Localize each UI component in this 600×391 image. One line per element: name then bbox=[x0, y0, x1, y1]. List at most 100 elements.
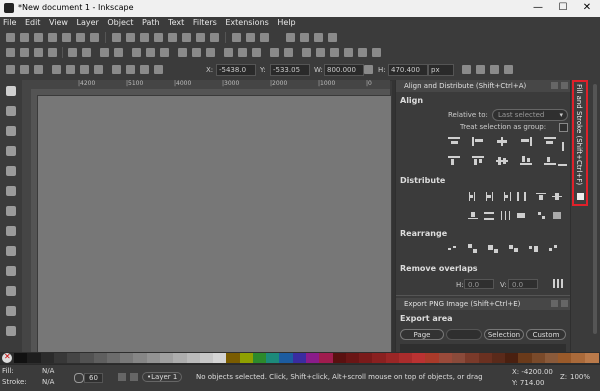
stroke-value[interactable]: N/A bbox=[42, 378, 54, 386]
color-swatch[interactable] bbox=[27, 353, 42, 363]
move-gradients-icon[interactable] bbox=[490, 65, 499, 74]
color-swatch[interactable] bbox=[292, 353, 307, 363]
snap-guide-icon[interactable] bbox=[260, 33, 269, 42]
color-swatch[interactable] bbox=[279, 353, 294, 363]
close-button[interactable]: ✕ bbox=[577, 2, 597, 13]
remove-overlaps-icon[interactable] bbox=[552, 211, 564, 220]
raise-icon[interactable] bbox=[126, 65, 135, 74]
menu-view[interactable]: View bbox=[46, 17, 71, 27]
color-swatch[interactable] bbox=[584, 353, 599, 363]
menu-extensions[interactable]: Extensions bbox=[222, 17, 271, 27]
snap-edge-icon[interactable] bbox=[34, 33, 43, 42]
star-tool-icon[interactable] bbox=[6, 246, 16, 256]
color-swatch[interactable] bbox=[359, 353, 374, 363]
menu-edit[interactable]: Edit bbox=[22, 17, 44, 27]
distribute-baseline-v-icon[interactable] bbox=[516, 211, 528, 220]
ellipse-tool-icon[interactable] bbox=[6, 226, 16, 236]
lower-icon[interactable] bbox=[140, 65, 149, 74]
tweak-tool-icon[interactable] bbox=[6, 126, 16, 136]
zoom-selection-icon[interactable] bbox=[178, 48, 187, 57]
snap-bbox-icon[interactable] bbox=[20, 33, 29, 42]
distribute-top-icon[interactable] bbox=[536, 192, 548, 201]
document-page[interactable] bbox=[37, 95, 391, 353]
flip-vertical-icon[interactable] bbox=[94, 65, 103, 74]
color-swatch[interactable] bbox=[438, 353, 453, 363]
minimize-button[interactable]: — bbox=[528, 2, 548, 13]
arrange-circle-icon[interactable] bbox=[548, 244, 560, 253]
dock-scrollbar[interactable] bbox=[590, 80, 600, 352]
export-png-header[interactable]: Export PNG Image (Shift+Ctrl+E) bbox=[396, 298, 571, 310]
align-top-edge-icon[interactable] bbox=[544, 156, 556, 165]
deselect-icon[interactable] bbox=[34, 65, 43, 74]
color-swatch[interactable] bbox=[266, 353, 281, 363]
snap-toggle-icon[interactable] bbox=[6, 33, 15, 42]
align-distribute-header[interactable]: Align and Distribute (Shift+Ctrl+A) bbox=[396, 80, 571, 92]
color-swatch[interactable] bbox=[173, 353, 188, 363]
lock-ratio-icon[interactable] bbox=[364, 65, 373, 74]
snap-text-baseline-icon[interactable] bbox=[210, 33, 219, 42]
color-swatch[interactable] bbox=[67, 353, 82, 363]
panel-menu-icon[interactable] bbox=[551, 82, 558, 89]
save-file-icon[interactable] bbox=[34, 48, 43, 57]
align-bottom-icon[interactable] bbox=[520, 156, 532, 165]
color-swatch[interactable] bbox=[226, 353, 241, 363]
panel-close-icon[interactable] bbox=[561, 82, 568, 89]
color-swatch[interactable] bbox=[14, 353, 28, 363]
print-icon[interactable] bbox=[48, 48, 57, 57]
h-field[interactable]: 470.400 bbox=[388, 64, 428, 76]
align-center-horizontal-icon[interactable] bbox=[496, 137, 508, 146]
color-swatch[interactable] bbox=[239, 353, 254, 363]
exchange-z-order-icon[interactable] bbox=[468, 244, 480, 253]
color-swatch[interactable] bbox=[120, 353, 135, 363]
color-swatch[interactable] bbox=[186, 353, 201, 363]
color-swatch[interactable] bbox=[544, 353, 559, 363]
color-swatch[interactable] bbox=[412, 353, 427, 363]
color-swatch[interactable] bbox=[213, 353, 228, 363]
color-swatch[interactable] bbox=[345, 353, 360, 363]
color-swatch[interactable] bbox=[558, 353, 573, 363]
color-swatch[interactable] bbox=[332, 353, 347, 363]
menu-layer[interactable]: Layer bbox=[74, 17, 102, 27]
color-swatch[interactable] bbox=[133, 353, 148, 363]
snap-corner-icon[interactable] bbox=[48, 33, 57, 42]
color-swatch[interactable] bbox=[80, 353, 95, 363]
align-distribute-icon[interactable] bbox=[358, 48, 367, 57]
apply-remove-overlaps-icon[interactable] bbox=[552, 279, 564, 288]
view-globe-icon[interactable] bbox=[314, 33, 323, 42]
color-swatch[interactable] bbox=[160, 353, 174, 363]
export-drawing-button[interactable] bbox=[446, 329, 482, 340]
color-swatch[interactable] bbox=[319, 353, 334, 363]
export-selection-button[interactable]: Selection bbox=[484, 329, 524, 340]
copy-icon[interactable] bbox=[132, 48, 141, 57]
dock-scrollbar-thumb[interactable] bbox=[593, 84, 597, 334]
color-swatch[interactable] bbox=[385, 353, 400, 363]
color-swatch[interactable] bbox=[491, 353, 506, 363]
color-swatch[interactable] bbox=[505, 353, 520, 363]
color-swatch[interactable] bbox=[40, 353, 55, 363]
select-all-icon[interactable] bbox=[6, 65, 15, 74]
panel-menu-icon[interactable] bbox=[551, 300, 558, 307]
align-baseline-vertical-icon[interactable] bbox=[558, 160, 570, 169]
randomize-icon[interactable] bbox=[536, 211, 548, 220]
distribute-gaps-h-icon[interactable] bbox=[516, 192, 528, 201]
layer-visibility-icon[interactable] bbox=[118, 373, 126, 381]
align-baseline-icon[interactable] bbox=[558, 142, 570, 151]
distribute-baseline-h-icon[interactable] bbox=[500, 211, 512, 220]
align-right-icon[interactable] bbox=[520, 137, 532, 146]
duplicate-icon[interactable] bbox=[224, 48, 233, 57]
scale-stroke-icon[interactable] bbox=[462, 65, 471, 74]
measure-tool-icon[interactable] bbox=[6, 166, 16, 176]
3d-box-tool-icon[interactable] bbox=[6, 206, 16, 216]
cut-icon[interactable] bbox=[146, 48, 155, 57]
rectangle-tool-icon[interactable] bbox=[6, 186, 16, 196]
snap-cusp-icon[interactable] bbox=[140, 33, 149, 42]
export-icon[interactable] bbox=[82, 48, 91, 57]
color-swatch[interactable] bbox=[425, 353, 440, 363]
pen-tool-icon[interactable] bbox=[6, 306, 16, 316]
snap-object-center-icon[interactable] bbox=[182, 33, 191, 42]
snap-path-icon[interactable] bbox=[112, 33, 121, 42]
color-swatch[interactable] bbox=[518, 353, 533, 363]
zoom-drawing-icon[interactable] bbox=[192, 48, 201, 57]
raise-to-top-icon[interactable] bbox=[112, 65, 121, 74]
menu-help[interactable]: Help bbox=[274, 17, 298, 27]
